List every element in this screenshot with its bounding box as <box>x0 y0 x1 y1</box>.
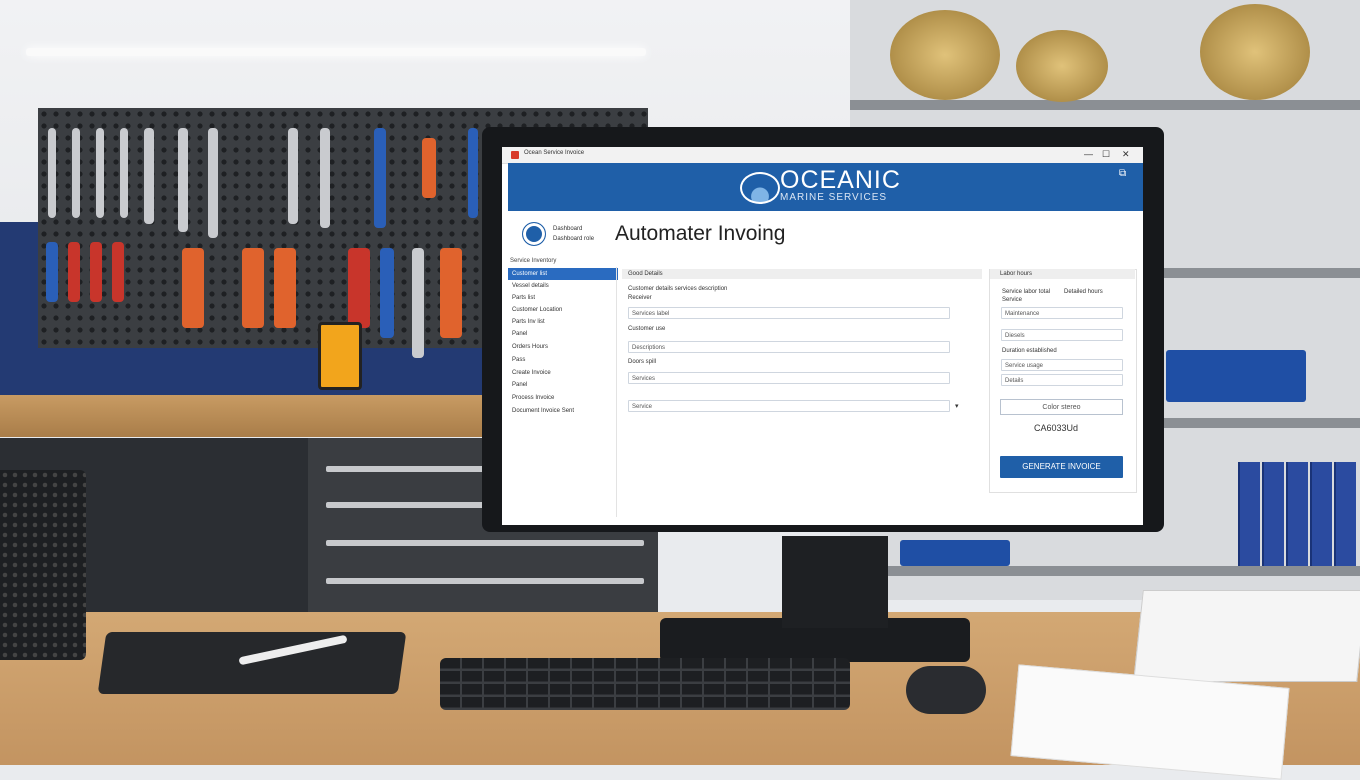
field-label: Service labor total <box>1002 289 1051 295</box>
keyboard[interactable] <box>440 658 850 710</box>
storage-bin <box>1166 350 1306 402</box>
binder <box>1334 462 1356 566</box>
brand-name: OCEANIC <box>780 166 901 194</box>
sidebar-item-pass[interactable]: Pass <box>508 354 618 366</box>
pen-holder <box>0 470 86 660</box>
field-label: Duration established <box>1002 348 1057 354</box>
section-title: Labor hours <box>1000 271 1033 277</box>
shelf-board <box>850 100 1360 110</box>
screwdriver <box>46 242 58 302</box>
binder <box>1262 462 1284 566</box>
screwdriver <box>90 242 102 302</box>
sidebar-item-document-invoice-sent[interactable]: Document Invoice Sent <box>508 405 618 417</box>
workbench-top <box>0 395 500 437</box>
screwdriver <box>68 242 80 302</box>
sidebar-heading: Service Inventory <box>510 258 557 264</box>
sidebar-divider <box>616 267 617 517</box>
sidebar-item-panel-2[interactable]: Panel <box>508 379 618 391</box>
user-name: Dashboard <box>553 226 583 232</box>
binder <box>1238 462 1260 566</box>
service-usage-input[interactable]: Service usage <box>1001 359 1123 371</box>
avatar[interactable] <box>522 222 546 246</box>
sidebar-item-parts-list[interactable]: Parts list <box>508 292 618 304</box>
storage-bin <box>900 540 1010 566</box>
screwdriver <box>112 242 124 302</box>
wrench <box>208 128 218 238</box>
ceiling-light <box>26 48 646 56</box>
maximize-icon[interactable]: ☐ <box>1102 148 1110 160</box>
shelf-board <box>850 566 1360 576</box>
wave-mountain-logo-icon <box>740 172 780 204</box>
sidebar-item-panel[interactable]: Panel <box>508 328 618 340</box>
pliers <box>348 248 370 328</box>
field-label: Customer use <box>628 326 666 332</box>
window-title: Ocean Service Invoice <box>524 150 585 156</box>
monitor-stand <box>782 536 888 628</box>
page-title: Automater Invoing <box>615 222 786 245</box>
minimize-icon[interactable]: — <box>1084 148 1093 160</box>
sidebar-item-process-invoice[interactable]: Process Invoice <box>508 392 618 404</box>
wrench <box>48 128 56 218</box>
services-label-input[interactable]: Services label <box>628 307 950 319</box>
maintenance-input[interactable]: Maintenance <box>1001 307 1123 319</box>
wrench <box>120 128 128 218</box>
pliers <box>440 248 462 338</box>
section-title: Good Details <box>628 271 663 277</box>
chevron-down-icon[interactable]: ▾ <box>955 402 959 410</box>
close-icon[interactable]: ✕ <box>1122 148 1130 160</box>
field-label: Detailed hours <box>1064 289 1103 295</box>
propeller <box>1016 30 1108 102</box>
paper-stack <box>1133 590 1360 682</box>
field-label: Service <box>1002 297 1023 303</box>
mouse[interactable] <box>906 666 986 714</box>
pliers <box>182 248 204 328</box>
wrench <box>144 128 154 224</box>
app-icon <box>511 151 519 159</box>
services-input[interactable]: Services <box>628 372 950 384</box>
screwdriver <box>468 128 478 218</box>
pliers <box>274 248 296 328</box>
field-label: Customer details services description <box>628 286 728 292</box>
service-select[interactable]: Service <box>628 400 950 412</box>
brand-subtitle: MARINE SERVICES <box>780 192 888 203</box>
propeller <box>890 10 1000 100</box>
diesels-input[interactable]: Diesels <box>1001 329 1123 341</box>
color-stereo-button[interactable]: Color stereo <box>1000 399 1123 415</box>
pliers <box>422 138 436 198</box>
pliers <box>242 248 264 328</box>
window-icon[interactable]: ⧉ <box>1119 168 1126 179</box>
generate-invoice-button[interactable]: GENERATE INVOICE <box>1000 456 1123 478</box>
drawer-handle <box>326 578 644 584</box>
sidebar-item-customer-location[interactable]: Customer Location <box>508 304 618 316</box>
propeller <box>1200 4 1310 100</box>
descriptions-input[interactable]: Descriptions <box>628 341 950 353</box>
binder <box>1286 462 1308 566</box>
field-label: Doors spill <box>628 359 657 365</box>
field-label: Receiver <box>628 295 652 301</box>
invoice-app-window: Ocean Service Invoice — ☐ ✕ OCEANIC MARI… <box>502 147 1143 525</box>
multimeter <box>318 322 362 390</box>
window-titlebar: Ocean Service Invoice — ☐ ✕ <box>502 147 1143 164</box>
notebook <box>97 632 407 694</box>
sidebar-item-vessel-details[interactable]: Vessel details <box>508 280 618 292</box>
screwdriver <box>380 248 394 338</box>
binder <box>1310 462 1332 566</box>
section-header-bar <box>622 269 982 279</box>
invoice-code: CA6033Ud <box>1034 423 1079 433</box>
wrench <box>320 128 330 228</box>
wrench <box>288 128 298 224</box>
sidebar-item-create-invoice[interactable]: Create Invoice <box>508 367 618 379</box>
screwdriver <box>374 128 386 228</box>
user-role: Dashboard role <box>553 236 595 242</box>
wrench <box>412 248 424 358</box>
wrench <box>96 128 104 218</box>
drawer-handle <box>326 540 644 546</box>
wrench <box>178 128 188 232</box>
sidebar-item-orders-hours[interactable]: Orders Hours <box>508 341 618 353</box>
wrench <box>72 128 80 218</box>
sidebar-item-customer-list[interactable]: Customer list <box>508 268 618 280</box>
sidebar-item-parts-inv-list[interactable]: Parts Inv list <box>508 316 618 328</box>
details-input[interactable]: Details <box>1001 374 1123 386</box>
